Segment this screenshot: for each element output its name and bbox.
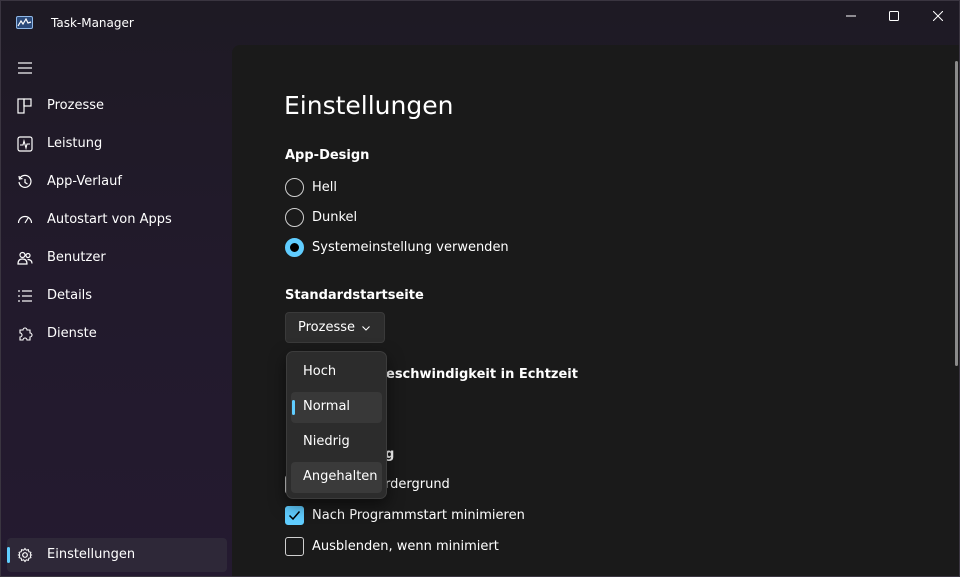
processes-icon: [17, 98, 32, 114]
maximize-button[interactable]: [871, 1, 917, 31]
sidebar-item-leistung[interactable]: Leistung: [7, 127, 227, 161]
sidebar-item-label: App-Verlauf: [47, 174, 122, 189]
sidebar-item-autostart[interactable]: Autostart von Apps: [7, 203, 227, 237]
puzzle-icon: [19, 327, 33, 341]
radio-button-checked[interactable]: [285, 238, 304, 257]
menu-item-label: Niedrig: [303, 434, 350, 449]
checkbox-checked[interactable]: [285, 506, 304, 525]
checkbox-label: rdergrund: [385, 477, 450, 492]
menu-item-label: Hoch: [303, 364, 337, 379]
menu-item-normal[interactable]: Normal: [291, 392, 382, 423]
menu-item-label: Angehalten: [303, 469, 378, 484]
close-button[interactable]: [915, 1, 959, 31]
scrollbar[interactable]: [955, 61, 958, 366]
start-page-heading: Standardstartseite: [285, 288, 424, 303]
menu-item-label: Normal: [303, 399, 351, 414]
sidebar-item-label: Leistung: [47, 136, 103, 151]
sidebar-item-label: Prozesse: [47, 98, 104, 113]
minimize-button[interactable]: [828, 1, 874, 31]
page-title: Einstellungen: [284, 91, 454, 120]
title-bar: Task-Manager: [1, 1, 959, 45]
menu-item-angehalten[interactable]: Angehalten: [291, 462, 382, 493]
app-design-heading: App-Design: [285, 148, 370, 163]
radio-label: Dunkel: [312, 210, 358, 225]
hamburger-menu-button[interactable]: [15, 58, 35, 78]
radio-label: Hell: [312, 180, 337, 195]
checkbox-label: Nach Programmstart minimieren: [312, 508, 525, 523]
checkbox[interactable]: [285, 537, 304, 556]
window-title: Task-Manager: [51, 16, 134, 30]
close-icon: [933, 11, 943, 21]
speedometer-icon: [17, 215, 33, 224]
menu-item-niedrig[interactable]: Niedrig: [291, 427, 382, 458]
start-page-dropdown[interactable]: Prozesse: [285, 312, 385, 343]
selection-indicator: [292, 400, 295, 415]
update-speed-popup-menu: Hoch Normal Niedrig Angehalten: [286, 351, 387, 499]
sidebar-item-prozesse[interactable]: Prozesse: [7, 89, 227, 123]
sidebar-item-dienste[interactable]: Dienste: [7, 317, 227, 351]
performance-icon: [17, 136, 33, 152]
sidebar-item-benutzer[interactable]: Benutzer: [7, 241, 227, 275]
sidebar-item-label: Autostart von Apps: [47, 212, 172, 227]
checkmark-icon: [288, 511, 301, 521]
sidebar-item-einstellungen[interactable]: Einstellungen: [7, 538, 227, 572]
sidebar-item-app-verlauf[interactable]: App-Verlauf: [7, 165, 227, 199]
task-manager-app-icon: [16, 16, 33, 29]
users-icon: [17, 251, 33, 265]
history-icon: [18, 174, 32, 188]
minimize-icon: [846, 15, 856, 17]
maximize-icon: [889, 11, 899, 21]
sidebar-item-details[interactable]: Details: [7, 279, 227, 313]
list-icon: [18, 290, 32, 302]
sidebar-item-label: Details: [47, 288, 93, 303]
task-manager-window: Task-Manager Prozesse Leistung App-Verla…: [0, 0, 960, 577]
gear-icon: [17, 547, 33, 563]
hamburger-icon: [18, 62, 32, 74]
dropdown-value: Prozesse: [298, 320, 355, 335]
radio-button[interactable]: [285, 208, 304, 227]
sidebar-item-label: Dienste: [47, 326, 97, 341]
sidebar-item-label: Benutzer: [47, 250, 106, 265]
active-indicator: [7, 547, 10, 563]
chevron-down-icon: [362, 326, 370, 331]
radio-label: Systemeinstellung verwenden: [312, 240, 509, 255]
update-speed-heading: eschwindigkeit in Echtzeit: [386, 367, 578, 382]
menu-item-hoch[interactable]: Hoch: [291, 357, 382, 388]
checkbox-label: Ausblenden, wenn minimiert: [312, 539, 499, 554]
radio-button[interactable]: [285, 178, 304, 197]
sidebar-item-label: Einstellungen: [47, 547, 136, 562]
